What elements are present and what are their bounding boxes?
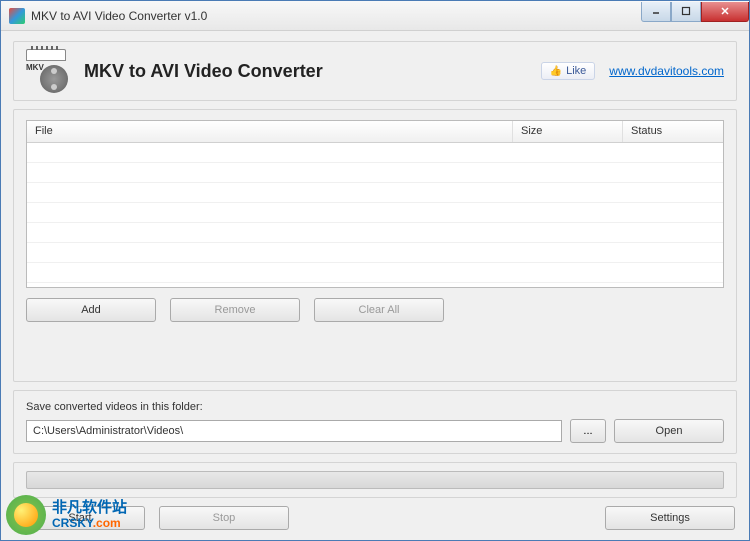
window-title: MKV to AVI Video Converter v1.0: [31, 9, 641, 23]
save-panel: Save converted videos in this folder: ..…: [13, 390, 737, 454]
website-link[interactable]: www.dvdavitools.com: [609, 64, 724, 78]
add-button[interactable]: Add: [26, 298, 156, 322]
clear-all-button[interactable]: Clear All: [314, 298, 444, 322]
progress-panel: [13, 462, 737, 498]
table-row: [27, 183, 723, 203]
header-panel: MKV MKV to AVI Video Converter Like www.…: [13, 41, 737, 101]
save-path-input[interactable]: [26, 420, 562, 442]
table-row: [27, 243, 723, 263]
column-file[interactable]: File: [27, 121, 513, 142]
app-logo-icon: MKV: [26, 49, 70, 93]
app-title: MKV to AVI Video Converter: [84, 61, 541, 82]
column-status[interactable]: Status: [623, 121, 723, 142]
open-folder-button[interactable]: Open: [614, 419, 724, 443]
table-row: [27, 223, 723, 243]
file-list-panel: File Size Status Add Remove Clear All: [13, 109, 737, 382]
progress-bar: [26, 471, 724, 489]
maximize-button[interactable]: [671, 2, 701, 22]
file-buttons-row: Add Remove Clear All: [26, 298, 724, 322]
titlebar[interactable]: MKV to AVI Video Converter v1.0: [1, 1, 749, 31]
browse-button[interactable]: ...: [570, 419, 606, 443]
app-small-icon: [9, 8, 25, 24]
table-row: [27, 163, 723, 183]
bottom-buttons-row: Start Stop Settings: [13, 506, 737, 530]
window-controls: [641, 2, 749, 22]
table-row: [27, 263, 723, 283]
content-area: MKV MKV to AVI Video Converter Like www.…: [1, 31, 749, 540]
minimize-button[interactable]: [641, 2, 671, 22]
save-folder-label: Save converted videos in this folder:: [26, 401, 724, 413]
close-button[interactable]: [701, 2, 749, 22]
film-reel-icon: [40, 65, 68, 93]
facebook-like-button[interactable]: Like: [541, 62, 596, 80]
table-row: [27, 143, 723, 163]
app-window: MKV to AVI Video Converter v1.0 MKV MKV …: [0, 0, 750, 541]
table-header: File Size Status: [27, 121, 723, 143]
start-button[interactable]: Start: [15, 506, 145, 530]
save-folder-row: ... Open: [26, 419, 724, 443]
stop-button[interactable]: Stop: [159, 506, 289, 530]
table-body[interactable]: [27, 143, 723, 288]
remove-button[interactable]: Remove: [170, 298, 300, 322]
file-table[interactable]: File Size Status: [26, 120, 724, 288]
column-size[interactable]: Size: [513, 121, 623, 142]
settings-button[interactable]: Settings: [605, 506, 735, 530]
table-row: [27, 203, 723, 223]
